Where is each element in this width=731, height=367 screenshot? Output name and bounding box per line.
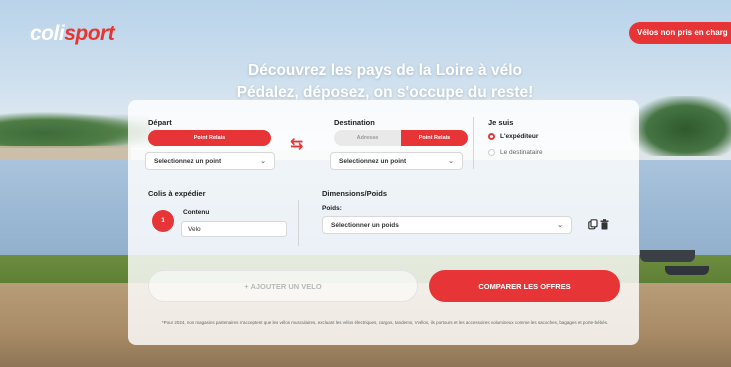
- destination-toggle-point-relais[interactable]: Point Relais: [401, 130, 468, 146]
- chevron-down-icon: ⌄: [260, 158, 266, 165]
- footnote: *Pour 2024, nos magasins partenaires n'a…: [161, 320, 609, 325]
- logo-text-a: coli: [30, 22, 65, 45]
- chevron-down-icon: ⌄: [448, 158, 454, 165]
- poids-select-value: Sélectionner un poids: [331, 221, 399, 229]
- compare-offers-button[interactable]: COMPARER LES OFFRES: [429, 270, 620, 302]
- poids-label: Poids:: [322, 205, 342, 212]
- poids-select[interactable]: Sélectionner un poids ⌄: [322, 216, 572, 234]
- radio-destinataire-label: Le destinataire: [500, 149, 543, 156]
- hero-line-1: Découvrez les pays de la Loire à vélo: [248, 62, 522, 79]
- depart-toggle-point-relais[interactable]: Point Relais: [148, 130, 271, 146]
- dimensions-label: Dimensions/Poids: [322, 189, 388, 198]
- trees-right: [630, 96, 731, 156]
- add-bike-button[interactable]: + AJOUTER UN VELO: [148, 270, 418, 302]
- depart-select-value: Selectionnez un point: [154, 157, 222, 165]
- boat: [640, 250, 695, 262]
- hero-heading: Découvrez les pays de la Loire à vélo Pé…: [140, 60, 630, 104]
- contenu-input[interactable]: Velo: [181, 221, 287, 237]
- divider: [298, 200, 299, 246]
- depart-select[interactable]: Selectionnez un point ⌄: [145, 152, 275, 170]
- radio-selected-icon: [488, 133, 495, 140]
- logo-text-b: sport: [64, 22, 115, 45]
- trash-icon[interactable]: [600, 219, 609, 230]
- non-supported-bikes-pill[interactable]: Vélos non pris en charg: [629, 22, 731, 44]
- destination-toggle[interactable]: Adresse Point Relais: [334, 130, 468, 146]
- package-actions: [588, 219, 609, 230]
- destination-label: Destination: [334, 118, 375, 127]
- radio-destinataire[interactable]: Le destinataire: [488, 149, 543, 156]
- chevron-down-icon: ⌄: [557, 222, 563, 229]
- radio-unselected-icon: [488, 149, 495, 156]
- colisport-logo[interactable]: colisport: [30, 22, 115, 46]
- copy-icon[interactable]: [588, 219, 598, 230]
- package-count-badge: 1: [152, 210, 174, 232]
- destination-select[interactable]: Selectionnez un point ⌄: [330, 152, 463, 170]
- destination-select-value: Selectionnez un point: [339, 157, 407, 165]
- radio-expediteur[interactable]: L'expéditeur: [488, 133, 538, 140]
- radio-expediteur-label: L'expéditeur: [500, 133, 539, 140]
- depart-label: Départ: [148, 118, 172, 127]
- colis-label: Colis à expédier: [148, 189, 206, 198]
- boat-2: [665, 266, 709, 275]
- destination-toggle-adresse[interactable]: Adresse: [334, 130, 401, 146]
- divider: [473, 117, 474, 169]
- depart-toggle[interactable]: Point Relais: [148, 130, 271, 146]
- contenu-label: Contenu: [183, 209, 210, 216]
- je-suis-label: Je suis: [488, 118, 514, 127]
- swap-arrows-icon[interactable]: ⇆: [290, 134, 303, 154]
